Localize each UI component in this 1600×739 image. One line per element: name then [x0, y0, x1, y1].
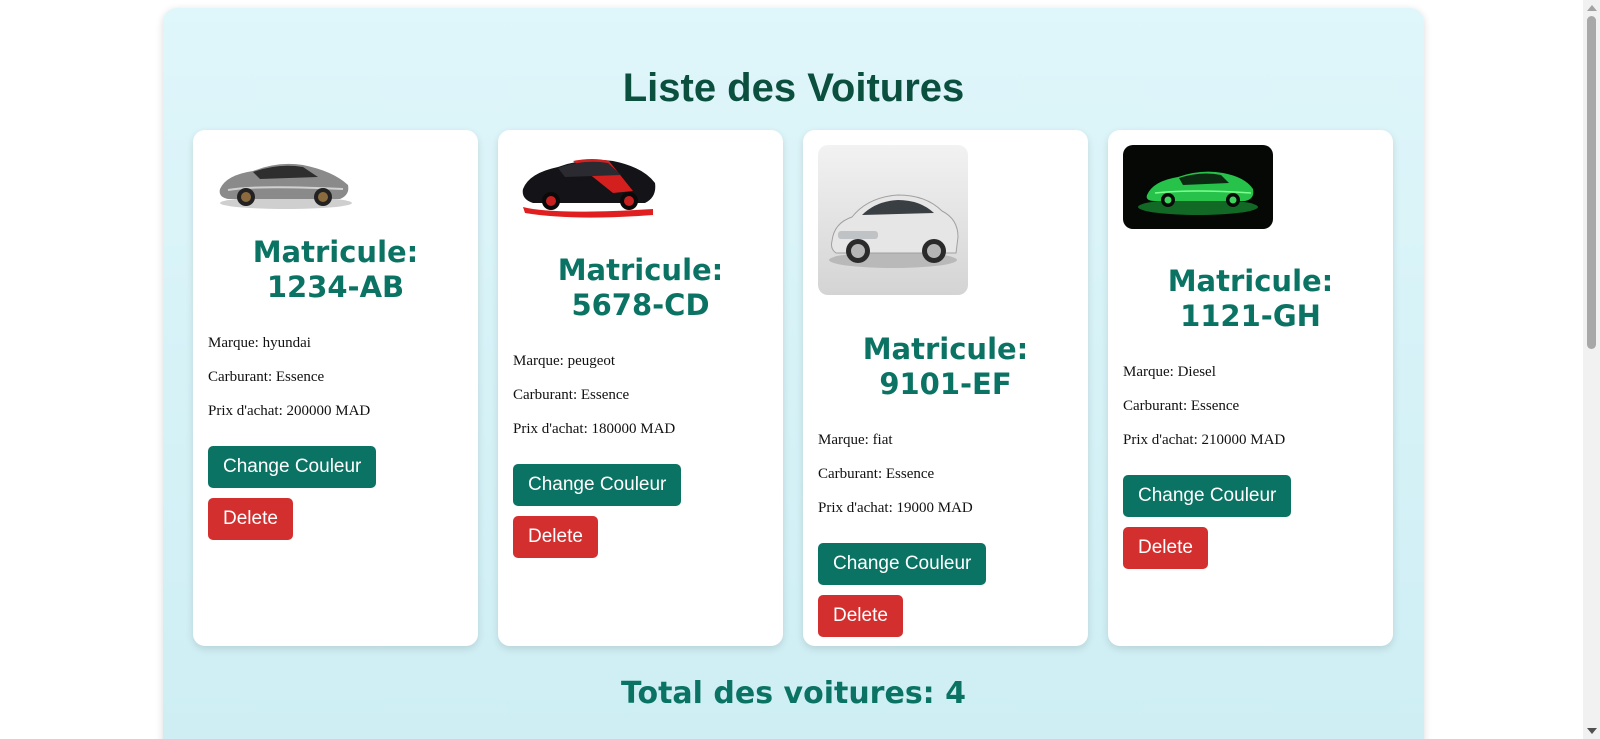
car-card: Matricule: 5678-CD Marque: peugeot Carbu… [498, 130, 783, 646]
car-info: Marque: peugeot Carburant: Essence Prix … [513, 353, 768, 438]
car-image [1123, 145, 1273, 229]
delete-button[interactable]: Delete [818, 595, 903, 637]
plate-number: Matricule: 1234-AB [252, 235, 419, 304]
car-card: Matricule: 9101-EF Marque: fiat Carburan… [803, 130, 1088, 646]
scrollbar-thumb[interactable] [1587, 16, 1596, 349]
change-color-button[interactable]: Change Couleur [208, 446, 377, 488]
browser-viewport: Liste des Voitures Matricule: 1234-AB Ma… [0, 0, 1600, 739]
delete-button[interactable]: Delete [1123, 527, 1208, 569]
plate-number: Matricule: 9101-EF [862, 332, 1029, 401]
page-title: Liste des Voitures [622, 66, 965, 110]
car-info: Marque: fiat Carburant: Essence Prix d'a… [818, 432, 1073, 517]
change-color-button[interactable]: Change Couleur [1123, 475, 1292, 517]
silver-sports-car-image [219, 163, 352, 209]
car-info: Marque: Diesel Carburant: Essence Prix d… [1123, 364, 1378, 449]
scroll-down-arrow-icon[interactable] [1587, 728, 1597, 734]
fuel-text: Carburant: Essence [818, 466, 935, 482]
plate-number: Matricule: 1121-GH [1167, 264, 1334, 333]
fuel-text: Carburant: Essence [208, 369, 325, 385]
delete-button[interactable]: Delete [208, 498, 293, 540]
price-text: Prix d'achat: 200000 MAD [208, 403, 371, 419]
fuel-text: Carburant: Essence [513, 387, 630, 403]
fuel-text: Carburant: Essence [1123, 398, 1240, 414]
car-card: Matricule: 1121-GH Marque: Diesel Carbur… [1108, 130, 1393, 646]
brand-text: Marque: hyundai [208, 335, 311, 351]
plate-number: Matricule: 5678-CD [557, 253, 724, 322]
car-card: Matricule: 1234-AB Marque: hyundai Carbu… [193, 130, 478, 646]
delete-button[interactable]: Delete [513, 516, 598, 558]
price-text: Prix d'achat: 180000 MAD [513, 421, 676, 437]
change-color-button[interactable]: Change Couleur [513, 464, 682, 506]
car-image [818, 145, 968, 295]
change-color-button[interactable]: Change Couleur [818, 543, 987, 585]
cars-panel: Liste des Voitures Matricule: 1234-AB Ma… [163, 8, 1424, 739]
black-red-sports-car-image [522, 159, 656, 218]
white-hatchback-image [829, 194, 959, 268]
vertical-scrollbar[interactable] [1583, 0, 1600, 739]
car-info: Marque: hyundai Carburant: Essence Prix … [208, 335, 463, 420]
green-sports-car-image [1138, 171, 1258, 215]
price-text: Prix d'achat: 19000 MAD [818, 500, 973, 516]
brand-text: Marque: peugeot [513, 353, 616, 369]
car-image [513, 145, 663, 220]
scroll-up-arrow-icon[interactable] [1587, 5, 1597, 11]
brand-text: Marque: fiat [818, 432, 893, 448]
price-text: Prix d'achat: 210000 MAD [1123, 432, 1286, 448]
total-count: Total des voitures: 4 [621, 676, 966, 711]
brand-text: Marque: Diesel [1123, 364, 1216, 380]
car-image [208, 145, 358, 215]
